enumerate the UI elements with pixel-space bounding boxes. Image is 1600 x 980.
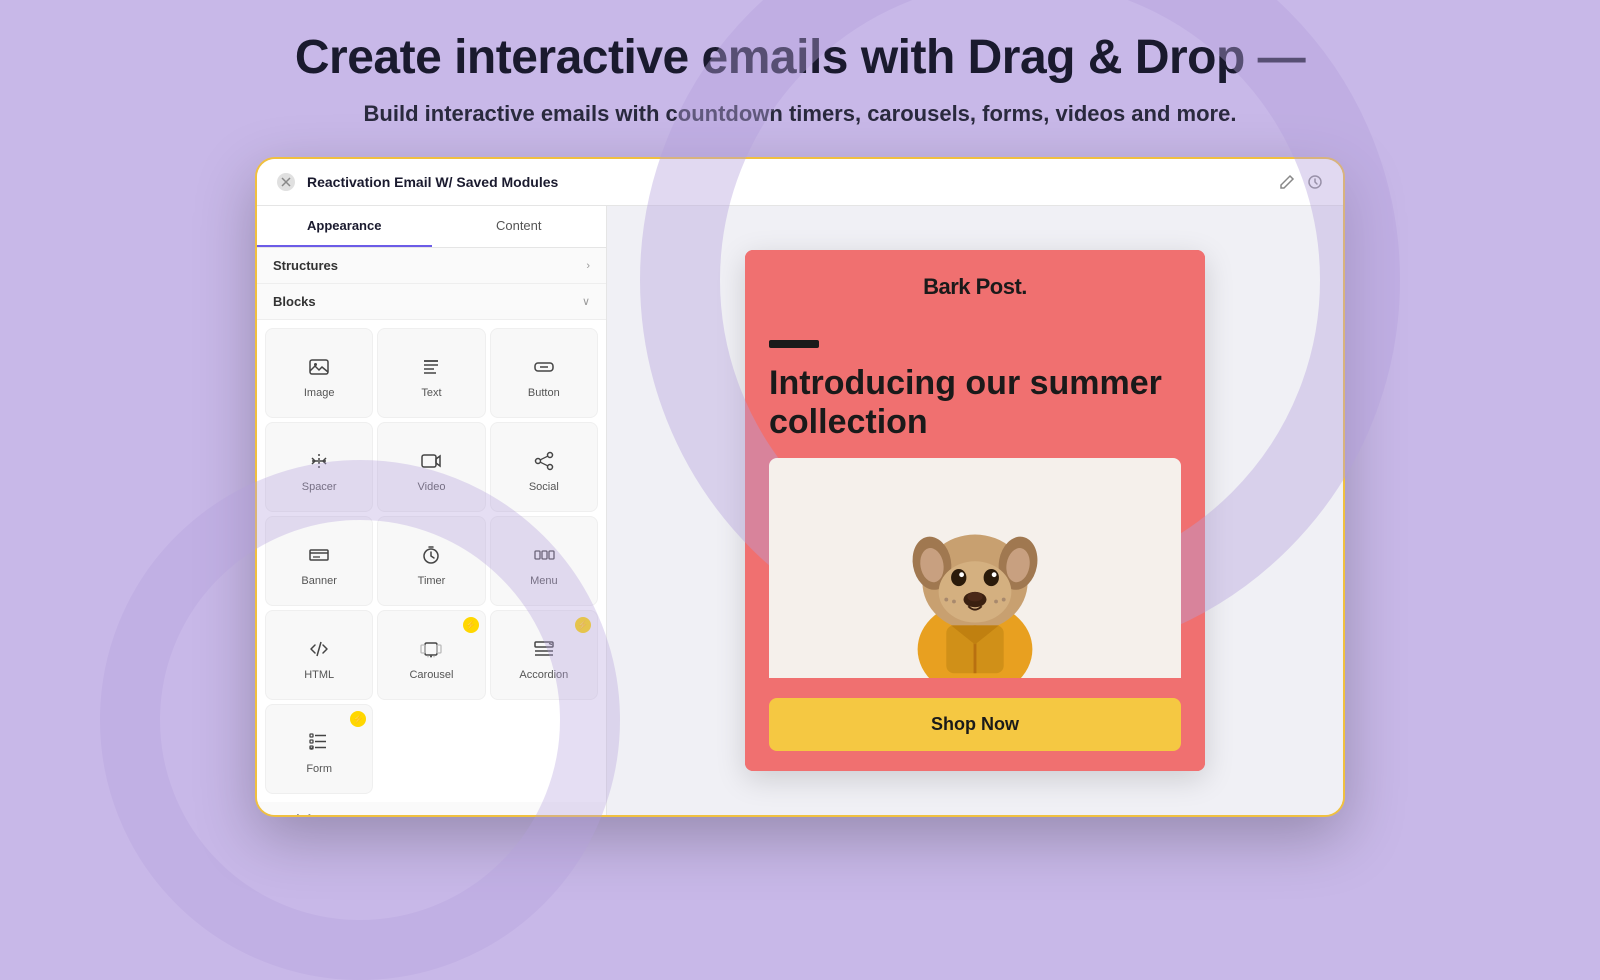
- tab-content[interactable]: Content: [432, 206, 607, 247]
- banner-icon: [308, 541, 330, 569]
- dog-illustration: [875, 458, 1075, 678]
- modules-chevron-icon: ›: [586, 814, 590, 816]
- email-footer: Shop Now: [745, 678, 1205, 771]
- button-label: Button: [528, 387, 560, 399]
- block-image[interactable]: Image: [265, 328, 373, 418]
- block-accordion[interactable]: ⚡ Accordion: [490, 610, 598, 700]
- carousel-icon: [420, 635, 442, 663]
- modules-section[interactable]: Modules ›: [257, 802, 606, 815]
- block-video[interactable]: Video: [377, 422, 485, 512]
- carousel-badge: ⚡: [463, 617, 479, 633]
- accordion-icon: [533, 635, 555, 663]
- document-title: Reactivation Email W/ Saved Modules: [307, 174, 1267, 190]
- email-body: Introducing our summer collection: [745, 324, 1205, 678]
- page-wrapper: Create interactive emails with Drag & Dr…: [0, 0, 1600, 900]
- accordion-label: Accordion: [519, 669, 568, 681]
- title-bar: Reactivation Email W/ Saved Modules: [257, 159, 1343, 206]
- sidebar: Appearance Content Structures › Blocks ∨: [257, 206, 607, 815]
- email-brand: Bark Post.: [769, 274, 1181, 300]
- social-label: Social: [529, 481, 559, 493]
- email-header: Bark Post.: [745, 250, 1205, 324]
- blocks-label: Blocks: [273, 294, 316, 309]
- tab-appearance[interactable]: Appearance: [257, 206, 432, 247]
- form-label: Form: [306, 763, 332, 775]
- form-icon: [308, 729, 330, 757]
- image-icon: [308, 353, 330, 381]
- block-text[interactable]: Text: [377, 328, 485, 418]
- sidebar-tabs: Appearance Content: [257, 206, 606, 248]
- shop-now-button[interactable]: Shop Now: [769, 698, 1181, 751]
- menu-icon: [533, 541, 555, 569]
- modules-label: Modules: [273, 812, 326, 815]
- spacer-label: Spacer: [302, 481, 337, 493]
- structures-label: Structures: [273, 258, 338, 273]
- html-label: HTML: [304, 669, 334, 681]
- block-carousel[interactable]: ⚡ Carousel: [377, 610, 485, 700]
- block-button[interactable]: Button: [490, 328, 598, 418]
- structures-chevron-icon: ›: [586, 260, 590, 272]
- edit-icon[interactable]: [1279, 173, 1295, 191]
- email-headline: Introducing our summer collection: [769, 364, 1181, 442]
- structures-section[interactable]: Structures ›: [257, 248, 606, 284]
- email-accent-bar: [769, 340, 819, 348]
- form-badge: ⚡: [350, 711, 366, 727]
- button-icon: [533, 353, 555, 381]
- block-banner[interactable]: Banner: [265, 516, 373, 606]
- timer-icon: [420, 541, 442, 569]
- video-label: Video: [418, 481, 446, 493]
- social-icon: [533, 447, 555, 475]
- title-bar-actions: [1279, 173, 1323, 191]
- block-social[interactable]: Social: [490, 422, 598, 512]
- page-headline: Create interactive emails with Drag & Dr…: [295, 30, 1305, 85]
- email-image-card: [769, 458, 1181, 678]
- spacer-icon: [308, 447, 330, 475]
- carousel-label: Carousel: [409, 669, 453, 681]
- block-html[interactable]: HTML: [265, 610, 373, 700]
- block-menu[interactable]: Menu: [490, 516, 598, 606]
- blocks-chevron-icon: ∨: [582, 295, 590, 308]
- block-spacer[interactable]: Spacer: [265, 422, 373, 512]
- history-icon[interactable]: [1307, 173, 1323, 191]
- app-window: Reactivation Email W/ Saved Modules: [255, 157, 1345, 817]
- page-subheadline: Build interactive emails with countdown …: [364, 101, 1237, 127]
- block-timer[interactable]: Timer: [377, 516, 485, 606]
- close-button[interactable]: [277, 173, 295, 191]
- main-content: Appearance Content Structures › Blocks ∨: [257, 206, 1343, 815]
- image-label: Image: [304, 387, 335, 399]
- blocks-section[interactable]: Blocks ∨: [257, 284, 606, 320]
- accordion-badge: ⚡: [575, 617, 591, 633]
- block-form[interactable]: ⚡ Form: [265, 704, 373, 794]
- video-icon: [420, 447, 442, 475]
- text-label: Text: [421, 387, 441, 399]
- banner-label: Banner: [301, 575, 336, 587]
- blocks-grid: Image Text: [257, 320, 606, 802]
- email-preview-area: Bark Post. Introducing our summer collec…: [607, 206, 1343, 815]
- html-icon: [308, 635, 330, 663]
- email-preview-card: Bark Post. Introducing our summer collec…: [745, 250, 1205, 771]
- timer-label: Timer: [418, 575, 446, 587]
- menu-label: Menu: [530, 575, 558, 587]
- text-icon: [420, 353, 442, 381]
